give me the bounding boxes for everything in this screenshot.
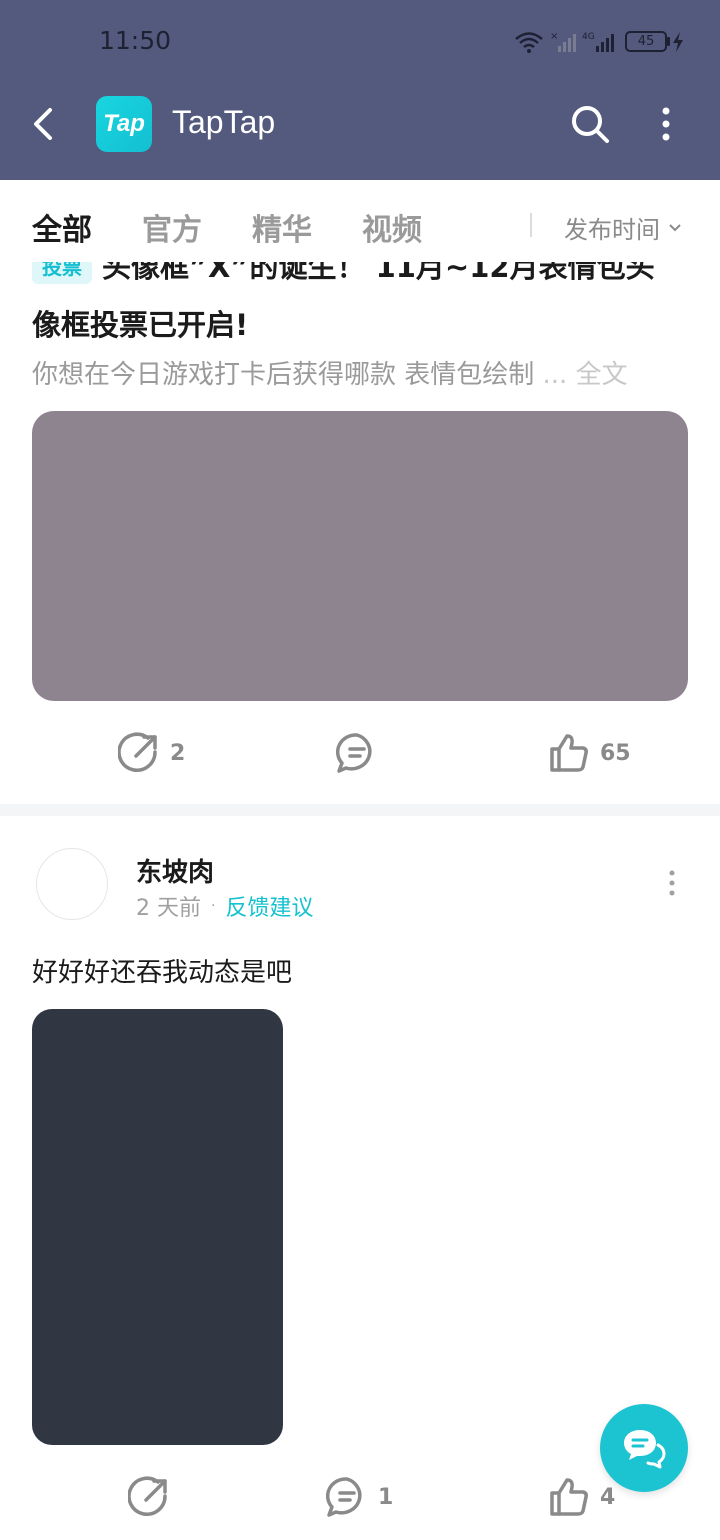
tab-official[interactable]: 官方 [142, 205, 202, 249]
post2-comment-count: 1 [378, 1484, 394, 1510]
chat-bubble-icon [624, 1430, 666, 1469]
post1-summary-text: 你想在今日游戏打卡后获得哪款 表情包绘制 [32, 360, 535, 390]
search-button[interactable] [566, 100, 614, 148]
post1-summary[interactable]: 你想在今日游戏打卡后获得哪款 表情包绘制 ... 全文 [32, 354, 628, 391]
post2-image[interactable] [32, 1009, 283, 1445]
status-time: 11:50 [99, 26, 172, 55]
app-logo: Tap [96, 96, 152, 152]
post2-text[interactable]: 好好好还吞我动态是吧 [32, 952, 292, 989]
post1-title[interactable]: 像框投票已开启! [32, 302, 248, 344]
post1-comment-button[interactable] [336, 732, 388, 774]
post2-comment-button[interactable]: 1 [326, 1476, 393, 1518]
battery-nub [667, 37, 670, 46]
share-icon [128, 1476, 167, 1516]
post1-title-line1: 头像框”X”的诞生！ 11月~12月表情包头 [102, 262, 655, 284]
page-title: TapTap [172, 104, 276, 140]
sort-label: 发布时间 [564, 216, 660, 244]
post1-share-button[interactable]: 2 [118, 732, 185, 774]
back-button[interactable] [22, 100, 66, 148]
search-icon [572, 106, 609, 143]
post1-share-count: 2 [170, 740, 186, 766]
post2-more-button[interactable] [656, 868, 688, 900]
post2-author[interactable]: 东坡肉 [136, 852, 214, 889]
post1-image[interactable] [32, 411, 688, 701]
charging-icon [673, 32, 683, 52]
wifi-icon [515, 32, 543, 53]
thumbs-up-icon [550, 1478, 588, 1516]
tab-featured[interactable]: 精华 [252, 205, 312, 249]
chevron-left-icon [34, 108, 52, 140]
read-more-link[interactable]: ... 全文 [543, 360, 628, 390]
more-options-button[interactable] [648, 100, 684, 148]
post2-share-button[interactable] [128, 1476, 180, 1518]
comment-icon [336, 733, 372, 773]
thumbs-up-icon [550, 734, 588, 772]
post2-category[interactable]: 反馈建议 [225, 890, 313, 922]
post1-title-first-line[interactable]: 投票 头像框”X”的诞生！ 11月~12月表情包头 [32, 262, 688, 292]
share-icon [118, 732, 157, 772]
avatar[interactable] [36, 848, 108, 920]
chevron-down-icon [669, 223, 681, 231]
post1-like-count: 65 [600, 740, 631, 766]
post2-like-count: 4 [600, 1484, 616, 1510]
meta-separator: · [211, 898, 216, 914]
battery-indicator: 45 [625, 31, 667, 52]
svg-text:4G: 4G [582, 32, 595, 42]
more-vertical-icon [669, 870, 675, 896]
vote-badge: 投票 [32, 262, 92, 284]
svg-text:×: × [550, 31, 558, 42]
status-icons: × 4G [514, 24, 616, 60]
sort-dropdown[interactable]: 发布时间 [564, 210, 682, 245]
post-separator [0, 804, 720, 816]
tab-divider [530, 213, 532, 237]
post2-like-button[interactable]: 4 [548, 1476, 615, 1518]
post2-meta: 2 天前 · 反馈建议 [136, 890, 313, 922]
tab-video[interactable]: 视频 [362, 205, 422, 249]
more-vertical-icon [662, 107, 670, 141]
app-logo-text: Tap [103, 110, 145, 137]
signal-sim1-icon: × [550, 31, 576, 52]
tab-all[interactable]: 全部 [32, 205, 92, 249]
post1-like-button[interactable]: 65 [548, 732, 631, 774]
comment-icon [326, 1477, 362, 1517]
new-post-fab[interactable] [600, 1404, 688, 1492]
signal-sim2-icon: 4G [582, 32, 614, 52]
post2-time: 2 天前 [136, 896, 201, 921]
